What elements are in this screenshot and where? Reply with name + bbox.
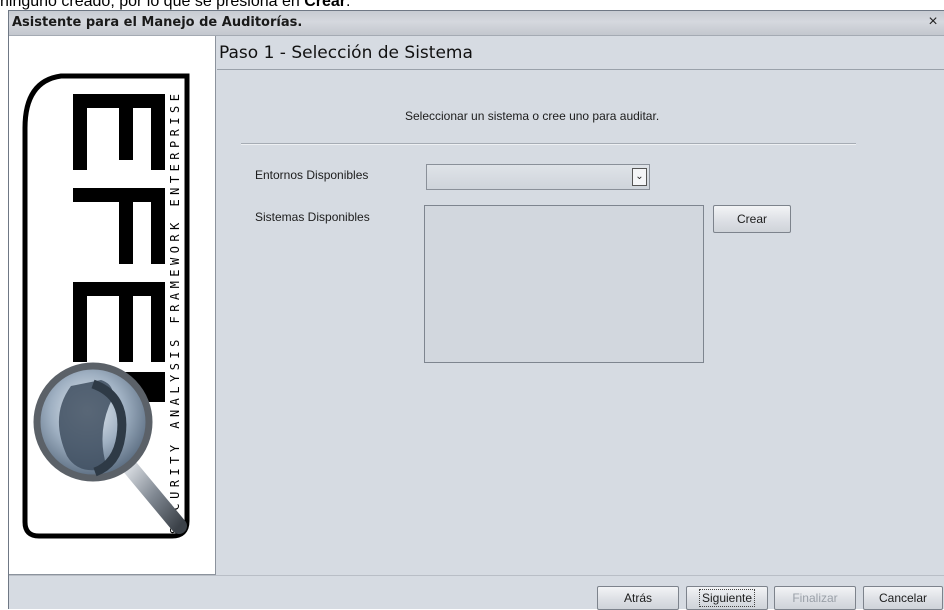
close-icon[interactable]: × (925, 14, 941, 30)
next-button-label: Siguiente (698, 589, 756, 607)
title-bar[interactable]: Asistente para el Manejo de Auditorías. … (9, 11, 944, 36)
environments-label: Entornos Disponibles (255, 168, 369, 182)
window-title: Asistente para el Manejo de Auditorías. (12, 15, 303, 30)
create-button[interactable]: Crear (713, 205, 791, 233)
caption-end: . (346, 0, 351, 10)
chevron-down-icon[interactable]: ⌄ (632, 168, 647, 186)
back-button[interactable]: Atrás (597, 586, 679, 610)
finish-button[interactable]: Finalizar (774, 586, 856, 610)
content-divider (241, 143, 856, 145)
logo-tagline: SECURITY ANALYSIS FRAMEWORK ENTERPRISE (168, 94, 182, 534)
systems-list[interactable] (424, 205, 704, 363)
letter-a (73, 282, 165, 362)
step-title: Paso 1 - Selección de Sistema (219, 43, 473, 63)
caption-bold-text: Crear (304, 0, 347, 10)
instruction-text: Seleccionar un sistema o cree uno para a… (405, 109, 660, 123)
document-caption: ninguno creado, por lo que se presiona e… (0, 0, 944, 10)
step-divider (217, 69, 944, 70)
letter-e (73, 94, 165, 170)
cancel-button[interactable]: Cancelar (863, 586, 943, 610)
environments-select[interactable]: ⌄ (426, 164, 650, 190)
safe-logo: SECURITY ANALYSIS FRAMEWORK ENTERPRISE (22, 73, 190, 539)
caption-text: ninguno creado, por lo que se presiona e… (0, 0, 305, 10)
letter-f (73, 188, 165, 264)
logo-panel: SECURITY ANALYSIS FRAMEWORK ENTERPRISE (9, 36, 216, 575)
systems-label: Sistemas Disponibles (255, 210, 370, 224)
next-button[interactable]: Siguiente (686, 586, 768, 610)
wizard-dialog: Asistente para el Manejo de Auditorías. … (8, 10, 944, 610)
footer-divider (9, 575, 944, 576)
